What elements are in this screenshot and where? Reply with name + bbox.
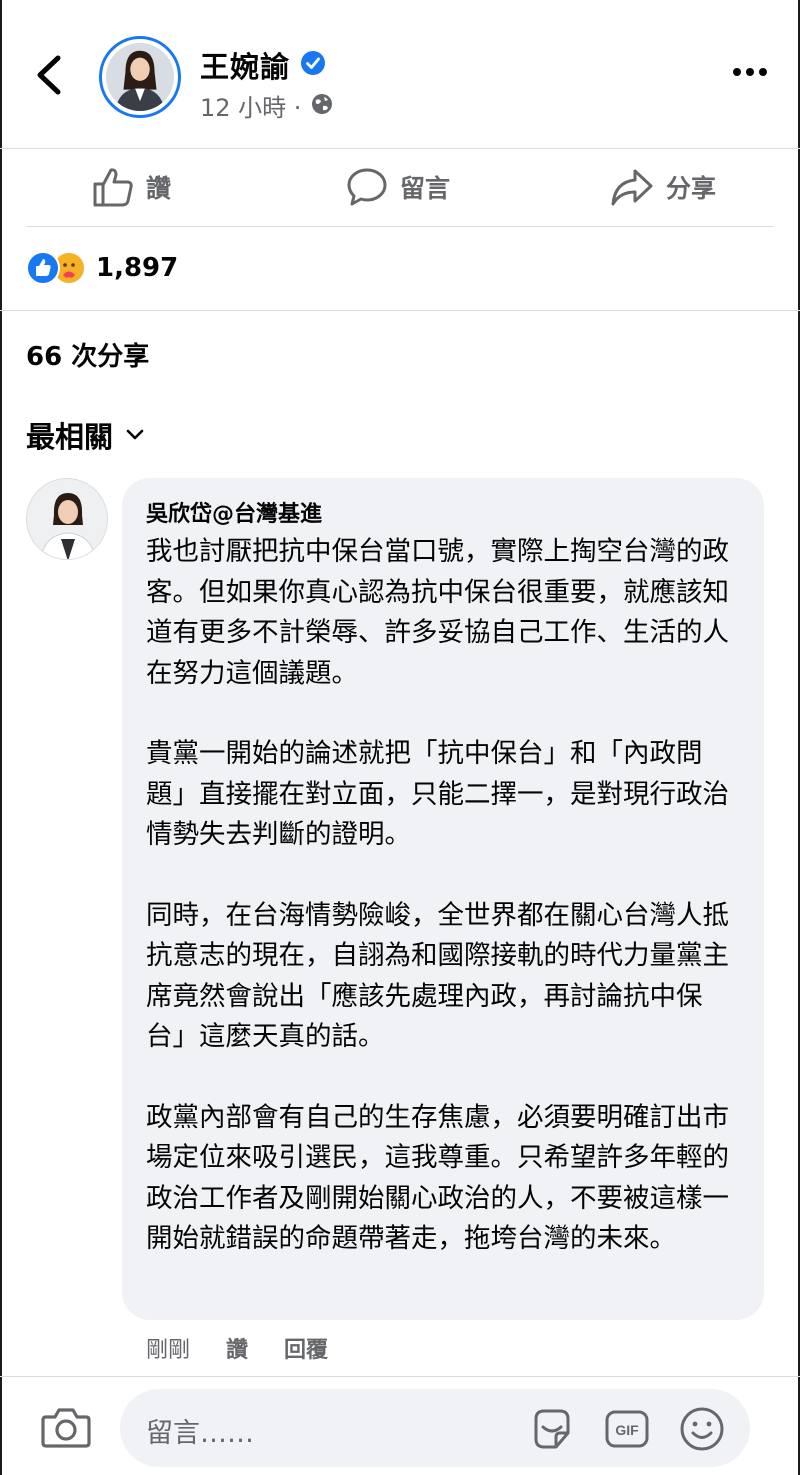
chevron-left-icon[interactable]	[30, 52, 70, 98]
poster-name[interactable]: 王婉諭	[200, 44, 290, 86]
comment-bubble[interactable]: 吳欣岱@台灣基進 我也討厭把抗中保台當口號，實際上掏空台灣的政客。但如果你真心認…	[122, 478, 764, 1320]
svg-text:GIF: GIF	[615, 1422, 639, 1438]
emoji-icon[interactable]	[678, 1405, 726, 1453]
like-reaction-icon	[26, 251, 60, 285]
comment-paragraph: 同時，在台海情勢險峻，全世界都在關心台灣人抵抗意志的現在，自詡為和國際接軌的時代…	[146, 899, 729, 1053]
comment-paragraph: 政黨內部會有自己的生存焦慮，必須要明確訂出市場定位來吸引選民，這我尊重。只希望許…	[146, 1101, 729, 1255]
comment-like-link[interactable]: 讚	[226, 1332, 248, 1364]
comment-composer: 留言…… GIF	[0, 1376, 800, 1475]
sort-label: 最相關	[26, 420, 114, 454]
post-action-bar: 讚 留言 分享	[0, 150, 800, 224]
comment-input-placeholder: 留言……	[146, 1418, 254, 1449]
reaction-summary[interactable]: 1,897	[26, 248, 178, 288]
like-label: 讚	[146, 174, 172, 203]
thumbs-up-icon	[93, 168, 133, 207]
comment-label: 留言	[400, 174, 451, 203]
share-button[interactable]: 分享	[610, 164, 716, 210]
comment-meta: 剛剛 讚 回覆	[146, 1332, 328, 1364]
comment-button[interactable]: 留言	[346, 164, 450, 210]
post-timestamp[interactable]: 12 小時 ·	[200, 88, 301, 123]
divider	[0, 148, 800, 149]
share-count[interactable]: 66 次分享	[26, 336, 149, 373]
reaction-count: 1,897	[96, 253, 179, 283]
more-icon[interactable]	[732, 62, 768, 82]
comment-time: 剛剛	[146, 1338, 191, 1363]
commenter-avatar[interactable]	[26, 478, 108, 560]
share-label: 分享	[666, 174, 717, 203]
globe-icon	[312, 94, 332, 114]
divider	[26, 226, 774, 227]
gif-icon[interactable]: GIF	[604, 1407, 650, 1451]
divider	[0, 310, 800, 311]
post-header: 王婉諭 12 小時 ·	[0, 0, 800, 148]
comment-sort-dropdown[interactable]: 最相關	[26, 414, 145, 456]
verified-badge-icon	[301, 51, 325, 75]
comment-reply-link[interactable]: 回覆	[284, 1332, 328, 1364]
sticker-icon[interactable]	[528, 1405, 576, 1453]
poster-avatar[interactable]	[99, 36, 181, 118]
like-button[interactable]: 讚	[92, 164, 171, 210]
camera-icon[interactable]	[40, 1403, 92, 1451]
share-arrow-icon	[611, 169, 653, 206]
chevron-down-icon	[126, 429, 144, 440]
comment-author[interactable]: 吳欣岱@台灣基進	[146, 496, 738, 528]
comment-paragraph: 貴黨一開始的論述就把「抗中保台」和「內政問題」直接擺在對立面，只能二擇一，是對現…	[146, 738, 729, 850]
comment-bubble-icon	[347, 168, 387, 206]
comment-paragraph: 我也討厭把抗中保台當口號，實際上掏空台灣的政客。但如果你真心認為抗中保台很重要，…	[146, 536, 729, 689]
